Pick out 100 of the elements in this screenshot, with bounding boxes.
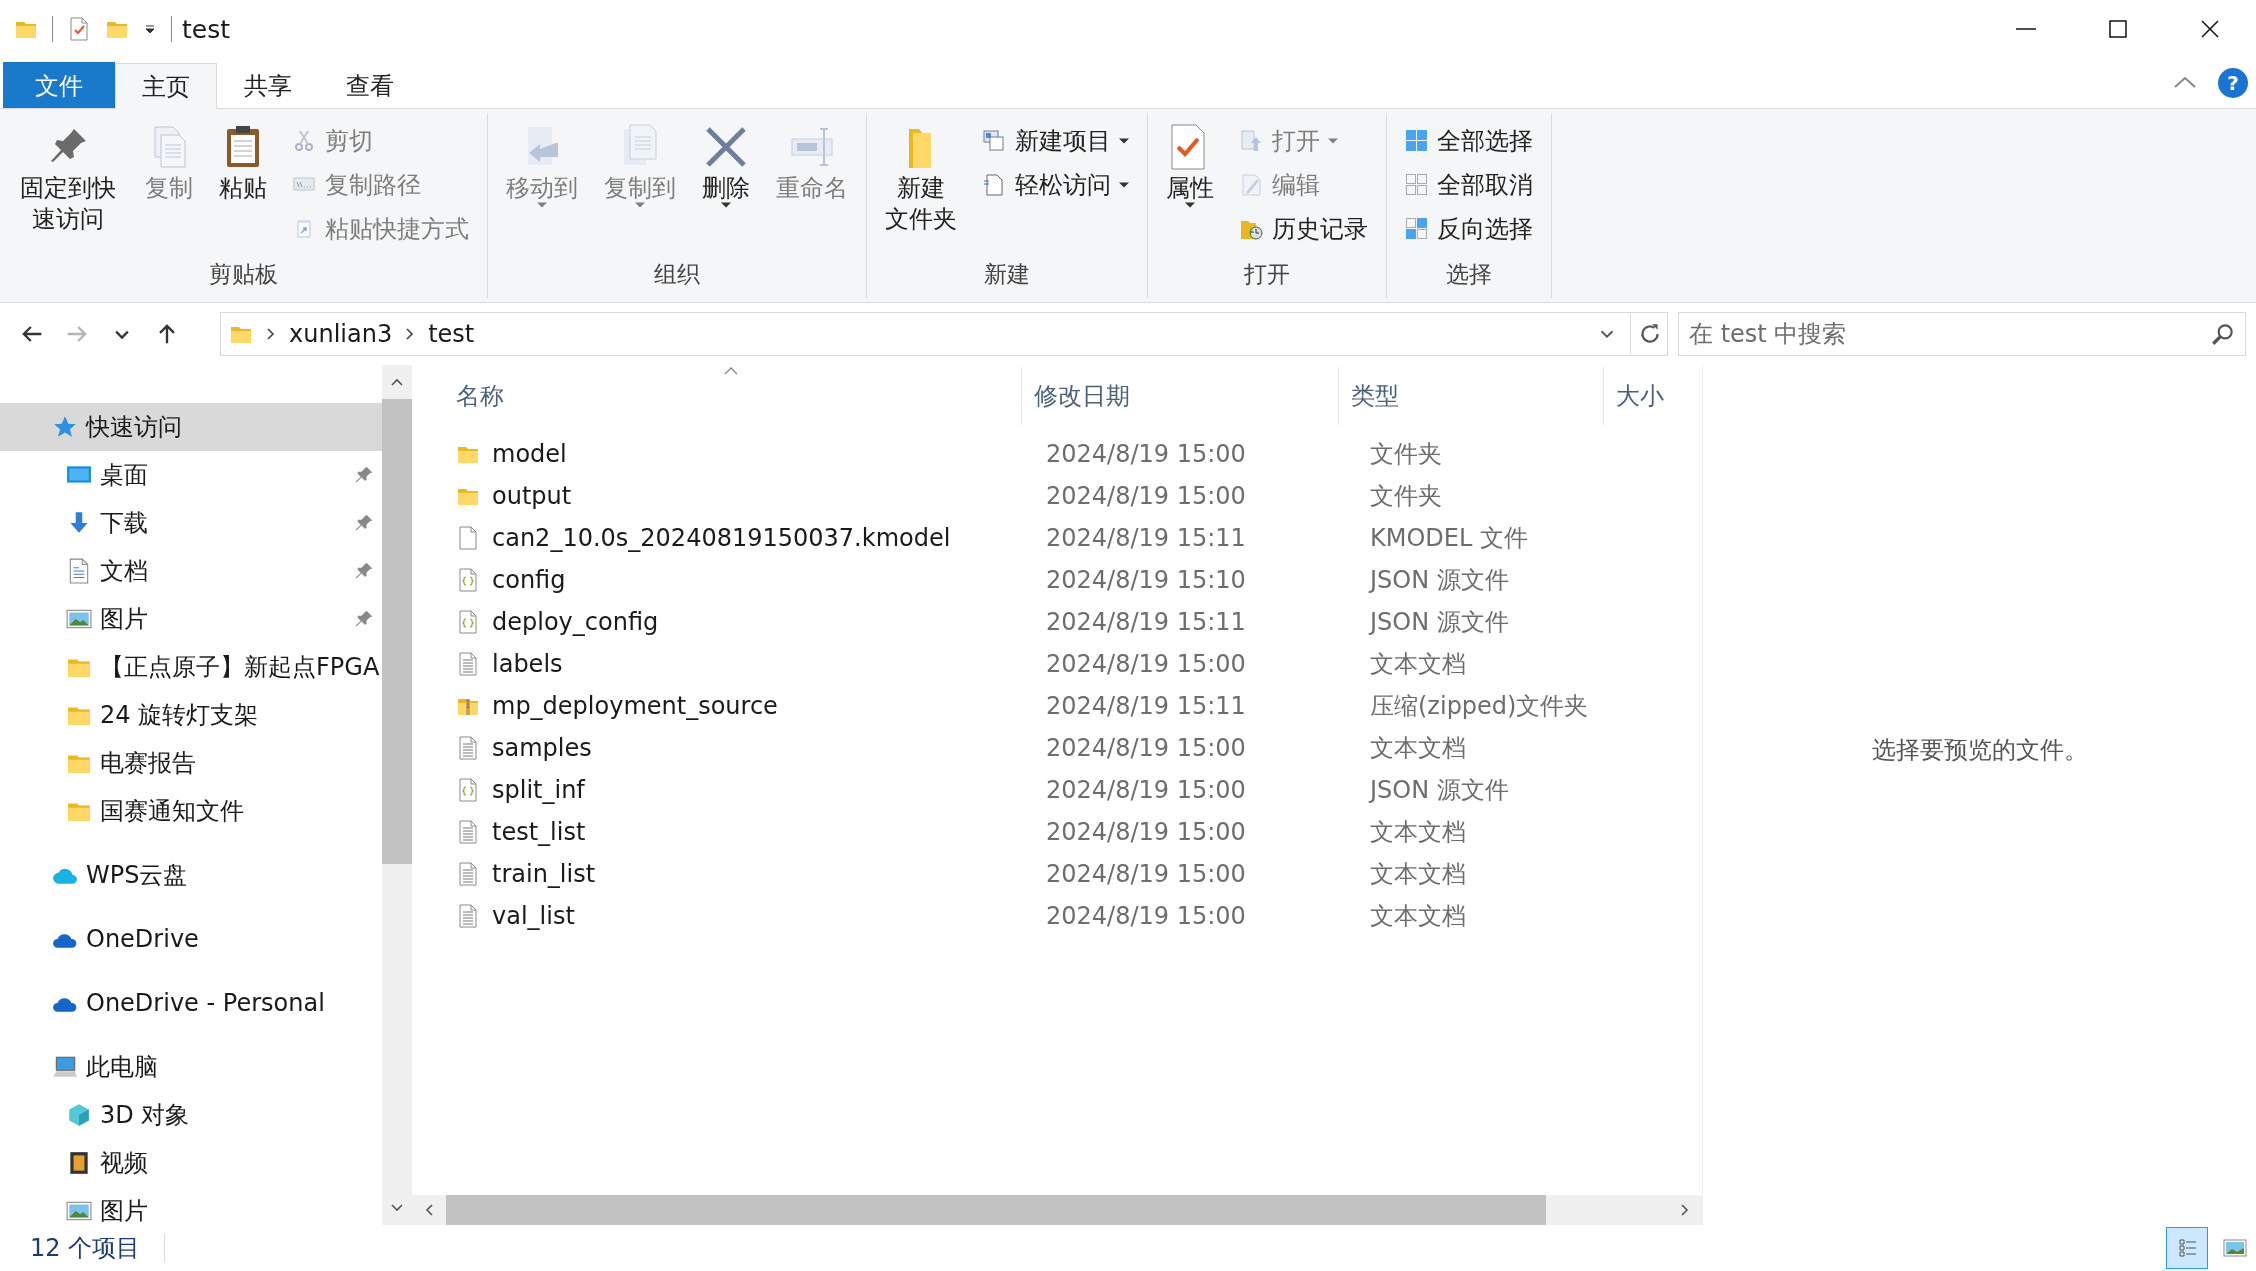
file-name[interactable]: can2_10.0s_20240819150037.kmodel: [492, 524, 951, 552]
file-name[interactable]: train_list: [492, 860, 596, 888]
ribbon-button[interactable]: 全部选择: [1398, 119, 1539, 163]
nav-item[interactable]: 电赛报告: [0, 739, 382, 787]
ribbon-button[interactable]: 轻松访问: [976, 163, 1135, 207]
preview-message: 选择要预览的文件。: [1871, 735, 2088, 766]
column-header[interactable]: 类型: [1339, 367, 1604, 425]
modified-date: 2024/8/19 15:00: [1046, 776, 1246, 804]
text-file-icon: [456, 652, 480, 676]
column-header[interactable]: 修改日期: [1021, 367, 1340, 425]
ribbon-button[interactable]: 新建项目: [976, 119, 1135, 163]
ribbon-button[interactable]: 历史记录: [1233, 207, 1374, 251]
file-name[interactable]: val_list: [492, 902, 575, 930]
ribbon-tab[interactable]: 查看: [319, 62, 421, 108]
file-type: 文本文档: [1370, 859, 1466, 890]
nav-item[interactable]: 【正点原子】新起点FPGA: [0, 643, 382, 691]
nav-item[interactable]: OneDrive - Personal: [0, 979, 382, 1027]
ribbon-button[interactable]: 全部取消: [1398, 163, 1539, 207]
view-button[interactable]: [2166, 1227, 2208, 1269]
modified-date: 2024/8/19 15:00: [1046, 734, 1246, 762]
file-name[interactable]: split_inf: [492, 776, 585, 804]
file-name[interactable]: samples: [492, 734, 592, 762]
computer-icon: [52, 1054, 78, 1080]
text-file-icon: [456, 820, 480, 844]
breadcrumb[interactable]: xunlian3: [289, 320, 393, 348]
column-header[interactable]: 名称: [412, 367, 1022, 425]
open-icon: [1239, 129, 1264, 153]
file-type: 压缩(zipped)文件夹: [1370, 691, 1589, 722]
chevron-right-icon: [265, 327, 277, 341]
file-name[interactable]: output: [492, 482, 572, 510]
help-button[interactable]: ?: [2218, 68, 2248, 98]
modified-date: 2024/8/19 15:00: [1046, 818, 1246, 846]
ribbon-tab[interactable]: 主页: [115, 63, 217, 109]
nav-item[interactable]: 图片: [0, 595, 382, 643]
nav-item[interactable]: 此电脑: [0, 1043, 382, 1091]
scroll-right-icon: [1680, 1203, 1690, 1217]
text-file-icon: [456, 862, 480, 886]
ribbon-button[interactable]: 粘贴: [212, 119, 273, 208]
ribbon-tab[interactable]: 共享: [217, 62, 319, 108]
file-name[interactable]: test_list: [492, 818, 586, 846]
file-type: 文本文档: [1370, 649, 1466, 680]
ribbon-button[interactable]: 新建 文件夹: [878, 119, 963, 239]
file-menu-tab[interactable]: 文件: [3, 62, 115, 108]
nav-item[interactable]: OneDrive: [0, 915, 382, 963]
nav-item[interactable]: 下载: [0, 499, 382, 547]
file-type: 文本文档: [1370, 901, 1466, 932]
ribbon-button[interactable]: 属性: [1159, 119, 1220, 212]
close-icon: [2200, 19, 2220, 39]
file-icon: [456, 526, 480, 550]
search-icon[interactable]: [2210, 321, 2236, 347]
nav-item[interactable]: 视频: [0, 1139, 382, 1187]
text-file-icon: [456, 736, 480, 760]
modified-date: 2024/8/19 15:10: [1046, 566, 1246, 594]
modified-date: 2024/8/19 15:11: [1046, 608, 1246, 636]
nav-item[interactable]: 桌面: [0, 451, 382, 499]
json-file-icon: [456, 610, 480, 634]
address-bar[interactable]: xunlian3 test: [220, 312, 1668, 356]
new-item-icon: [982, 129, 1007, 153]
group-label: 选择: [1444, 260, 1493, 289]
modified-date: 2024/8/19 15:11: [1046, 524, 1246, 552]
ribbon-button[interactable]: 反向选择: [1398, 207, 1539, 251]
file-name[interactable]: labels: [492, 650, 563, 678]
pencil-icon: [1239, 173, 1264, 197]
file-type: JSON 源文件: [1370, 565, 1509, 596]
file-name[interactable]: mp_deployment_source: [492, 692, 778, 720]
scroll-down-icon: [390, 1203, 404, 1213]
file-name[interactable]: model: [492, 440, 567, 468]
dropdown-caret-icon[interactable]: [143, 22, 157, 36]
file-name[interactable]: config: [492, 566, 566, 594]
minimize-icon: [2016, 28, 2036, 30]
file-name[interactable]: deploy_config: [492, 608, 659, 636]
scroll-left-icon: [424, 1203, 434, 1217]
scroll-up-icon: [390, 377, 404, 387]
breadcrumb[interactable]: test: [428, 320, 475, 348]
nav-item[interactable]: 3D 对象: [0, 1091, 382, 1139]
cube-icon: [66, 1102, 92, 1128]
search-field[interactable]: 在 test 中搜索: [1678, 312, 2246, 356]
nav-item[interactable]: 24 旋转灯支架: [0, 691, 382, 739]
nav-item[interactable]: 图片: [0, 1187, 382, 1225]
vertical-scrollbar[interactable]: [382, 365, 412, 1225]
column-header[interactable]: 大小: [1603, 367, 1702, 425]
group-label: 新建: [982, 260, 1031, 289]
file-type: JSON 源文件: [1370, 775, 1509, 806]
group-label: 打开: [1242, 260, 1291, 289]
file-type: KMODEL 文件: [1370, 523, 1528, 554]
nav-item[interactable]: 快速访问: [0, 403, 382, 451]
nav-item[interactable]: 文档: [0, 547, 382, 595]
checkmark-page-icon[interactable]: [67, 17, 91, 41]
scroll-thumb[interactable]: [382, 399, 412, 864]
window-title: test: [182, 14, 230, 44]
file-type: 文件夹: [1370, 439, 1442, 470]
grid-icon: [1404, 217, 1429, 241]
grid-icon: [1404, 129, 1429, 153]
nav-item[interactable]: 国赛通知文件: [0, 787, 382, 835]
nav-item[interactable]: WPS云盘: [0, 851, 382, 899]
modified-date: 2024/8/19 15:00: [1046, 860, 1246, 888]
ribbon-button[interactable]: 删除: [695, 119, 756, 212]
file-type: 文本文档: [1370, 817, 1466, 848]
file-type: 文件夹: [1370, 481, 1442, 512]
ribbon-button[interactable]: 固定到快速访问: [12, 119, 125, 239]
